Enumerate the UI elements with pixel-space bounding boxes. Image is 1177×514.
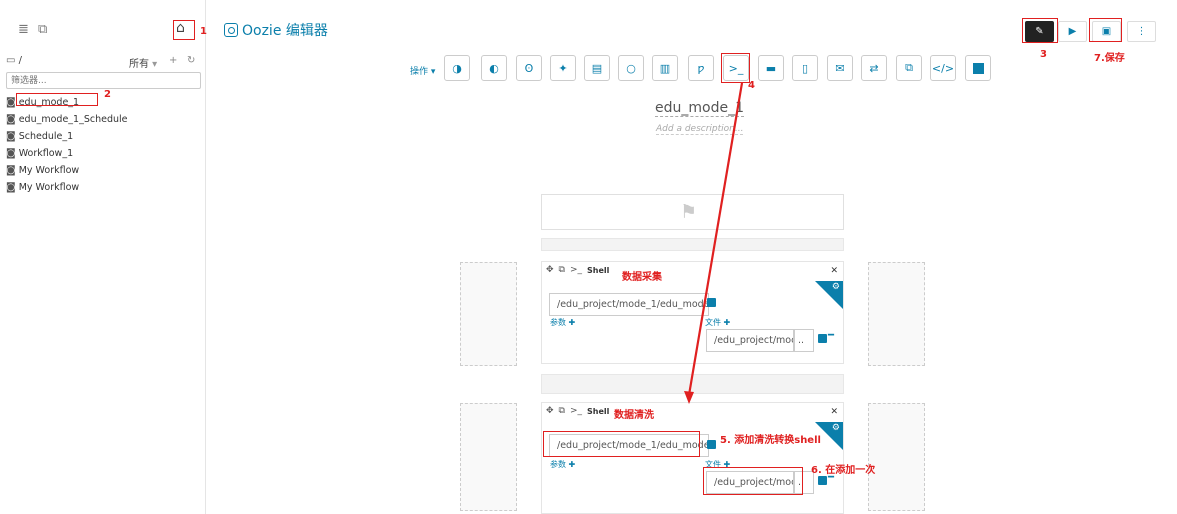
annotation-arrow	[684, 82, 744, 404]
